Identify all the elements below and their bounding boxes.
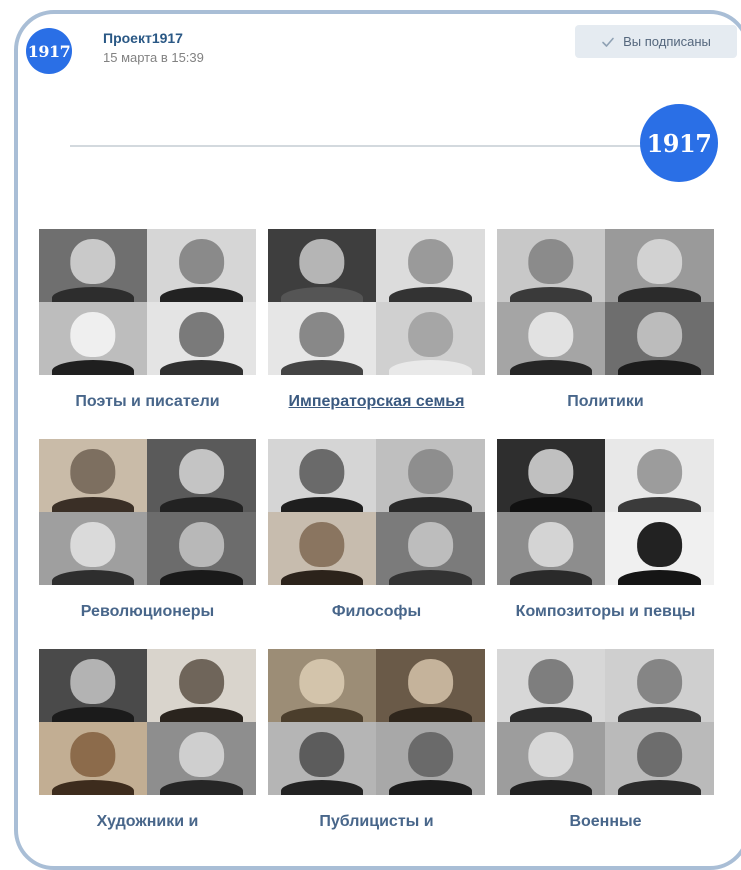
- category-label: Композиторы и певцы: [515, 603, 696, 620]
- category-label: Политики: [567, 393, 644, 410]
- portrait-photo: [497, 229, 605, 302]
- category-label: Императорская семья: [288, 393, 465, 410]
- portrait-photo: [497, 439, 605, 512]
- portrait-photo: [605, 229, 714, 302]
- portrait-photo: [605, 302, 714, 375]
- portrait-photo: [147, 649, 256, 722]
- portrait-photo: [147, 229, 256, 302]
- portrait-photo: [376, 439, 485, 512]
- category-tile-revolutionaries[interactable]: Революционеры: [39, 439, 256, 621]
- portrait-photo: [147, 512, 256, 585]
- portrait-photo: [147, 302, 256, 375]
- portrait-photo: [39, 722, 147, 795]
- portrait-photo: [39, 649, 147, 722]
- category-label: Революционеры: [80, 603, 215, 620]
- portrait-photo: [268, 229, 376, 302]
- portrait-photo: [268, 439, 376, 512]
- portrait-photo: [497, 649, 605, 722]
- portrait-photo: [497, 722, 605, 795]
- portrait-photo: [39, 229, 147, 302]
- portrait-photo: [605, 722, 714, 795]
- portrait-photo: [39, 302, 147, 375]
- portrait-grid: [39, 649, 256, 795]
- portrait-photo: [376, 512, 485, 585]
- category-tile-imperial-family[interactable]: Императорская семья: [268, 229, 485, 411]
- category-label: Военные: [569, 813, 642, 830]
- category-tile-poets[interactable]: Поэты и писатели: [39, 229, 256, 411]
- banner-logo-text: 1917: [646, 128, 712, 158]
- category-label: Публицисты и: [319, 813, 434, 830]
- portrait-grid: [268, 439, 485, 585]
- category-label: Поэты и писатели: [75, 393, 220, 410]
- portrait-photo: [605, 512, 714, 585]
- portrait-photo: [605, 649, 714, 722]
- portrait-grid: [497, 649, 714, 795]
- banner-logo: 1917: [640, 104, 718, 182]
- category-label: Философы: [331, 603, 422, 620]
- category-tile-artists[interactable]: Художники и: [39, 649, 256, 831]
- category-tile-politicians[interactable]: Политики: [497, 229, 714, 411]
- portrait-photo: [39, 512, 147, 585]
- portrait-photo: [497, 302, 605, 375]
- category-tile-composers[interactable]: Композиторы и певцы: [497, 439, 714, 621]
- category-label: Художники и: [96, 813, 199, 830]
- portrait-grid: [497, 229, 714, 375]
- portrait-photo: [39, 439, 147, 512]
- banner-divider: [70, 145, 670, 147]
- channel-name-link[interactable]: Проект1917: [103, 30, 183, 46]
- portrait-photo: [268, 302, 376, 375]
- subscribed-button-label: Вы подписаны: [623, 34, 711, 49]
- channel-avatar[interactable]: 1917: [26, 28, 72, 74]
- portrait-photo: [376, 302, 485, 375]
- portrait-photo: [268, 722, 376, 795]
- post-timestamp[interactable]: 15 марта в 15:39: [103, 50, 204, 65]
- portrait-grid: [268, 649, 485, 795]
- portrait-photo: [268, 649, 376, 722]
- portrait-photo: [147, 722, 256, 795]
- checkmark-icon: [602, 37, 614, 47]
- category-tile-publicists[interactable]: Публицисты и: [268, 649, 485, 831]
- portrait-photo: [147, 439, 256, 512]
- portrait-grid: [268, 229, 485, 375]
- portrait-photo: [376, 722, 485, 795]
- portrait-photo: [497, 512, 605, 585]
- portrait-grid: [39, 439, 256, 585]
- category-tile-philosophers[interactable]: Философы: [268, 439, 485, 621]
- subscribed-button[interactable]: Вы подписаны: [575, 25, 737, 58]
- category-tile-military[interactable]: Военные: [497, 649, 714, 831]
- portrait-photo: [268, 512, 376, 585]
- portrait-photo: [605, 439, 714, 512]
- avatar-logo-text: 1917: [27, 41, 71, 61]
- portrait-photo: [376, 649, 485, 722]
- portrait-photo: [376, 229, 485, 302]
- portrait-grid: [39, 229, 256, 375]
- portrait-grid: [497, 439, 714, 585]
